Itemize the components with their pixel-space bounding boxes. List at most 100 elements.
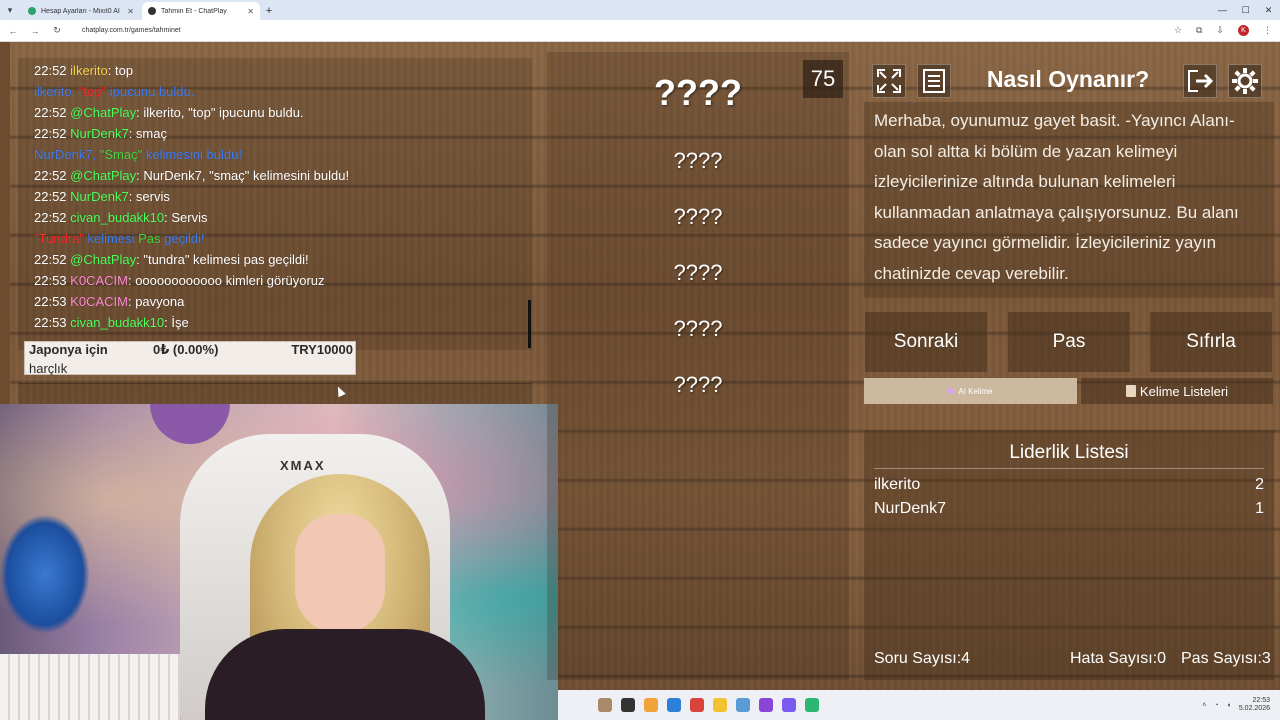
message-time: 22:52 (34, 252, 67, 267)
twitch-icon[interactable] (759, 698, 773, 712)
chat-message: 22:52 @ChatPlay: "tundra" kelimesi pas g… (34, 249, 516, 270)
reload-icon[interactable]: ↻ (52, 25, 62, 36)
download-icon[interactable]: ⇩ (1216, 25, 1224, 36)
tab-word-lists[interactable]: Kelime Listeleri (1081, 378, 1273, 404)
os-taskbar: ˄ ◔ ◖ 22:53 5.02.2026 (558, 690, 1280, 720)
message-username[interactable]: @ChatPlay (70, 252, 136, 267)
system-message-part: Pas (138, 231, 161, 246)
taskbar-app-icon[interactable] (667, 698, 681, 712)
taskbar-app-icon[interactable] (736, 698, 750, 712)
browser-menu-icon[interactable]: ⋮ (1263, 25, 1272, 36)
message-username[interactable]: K0CACIM (70, 273, 128, 288)
message-time: 22:53 (34, 315, 67, 330)
settings-gear-icon[interactable] (1228, 64, 1262, 98)
tab-ai-word[interactable]: AI Kelime (864, 378, 1077, 404)
chat-panel[interactable]: 22:52 ilkerito: top ilkerito, "top" ipucu… (18, 58, 532, 350)
webcam-radiator (0, 654, 180, 720)
player-score: 1 (1255, 500, 1264, 517)
new-tab-button[interactable]: + (260, 2, 278, 20)
address-bar: ← → ↻ chatplay.com.tr/games/tahminet ☆ ⧉… (0, 20, 1280, 42)
forward-arrow-icon[interactable]: → (30, 26, 40, 36)
message-username[interactable]: K0CACIM (70, 294, 128, 309)
donation-amount: 0₺ (0.00%) (153, 342, 219, 357)
discord-icon[interactable] (782, 698, 796, 712)
pass-count: Pas Sayısı:3 (1181, 650, 1271, 667)
tab-search-icon[interactable]: ▾ (0, 0, 20, 20)
pass-button[interactable]: Pas (1008, 312, 1130, 372)
main-word: ???? (654, 72, 742, 113)
chair-logo: XMAX (280, 458, 326, 473)
player-name: NurDenk7 (874, 500, 947, 517)
browser-tab-chatplay[interactable]: Tahmin Et - ChatPlay ✕ (142, 2, 260, 20)
message-text: : smaç (128, 126, 167, 141)
window-controls: — ☐ ✕ (1211, 0, 1280, 20)
how-to-play-text: Merhaba, oyunumuz gayet basit. -Yayıncı … (864, 102, 1274, 298)
browser-tab-settings[interactable]: Hesap Ayarları - Mixıt0 AI Bot ✕ (22, 2, 140, 20)
message-username[interactable]: NurDenk7 (70, 189, 129, 204)
system-message-part: NurDenk7, (34, 147, 100, 162)
tab-close-icon[interactable]: ✕ (127, 7, 134, 16)
message-username[interactable]: civan_budakk10 (70, 210, 164, 225)
logout-icon[interactable] (1183, 64, 1217, 98)
message-username[interactable]: ilkerito (70, 63, 108, 78)
chat-message: 22:53 K0CACIM: pavyona (34, 291, 516, 312)
clock[interactable]: 22:53 5.02.2026 (1239, 697, 1270, 713)
message-username[interactable]: NurDenk7 (70, 126, 129, 141)
clock-date: 5.02.2026 (1238, 705, 1270, 712)
system-tray: ˄ ◔ ◖ 22:53 5.02.2026 (1202, 697, 1280, 713)
document-icon[interactable] (917, 64, 951, 98)
folder-icon[interactable] (713, 698, 727, 712)
message-text: : top (107, 63, 134, 78)
fullscreen-icon[interactable] (872, 64, 906, 98)
bookmark-star-icon[interactable]: ☆ (1174, 25, 1182, 36)
donation-label-line2: harçlık (29, 361, 68, 376)
message-text: : oooooooooooo kimleri görüyoruz (127, 273, 325, 288)
chat-scrollbar[interactable] (528, 300, 531, 348)
hint-word: ???? (673, 372, 723, 397)
profile-avatar[interactable]: K (1238, 25, 1249, 36)
reset-button[interactable]: Sıfırla (1150, 312, 1272, 372)
chat-message: 22:52 NurDenk7: smaç (34, 123, 516, 144)
close-window-icon[interactable]: ✕ (1257, 0, 1280, 20)
network-icon[interactable]: ◔ (1214, 702, 1218, 709)
system-message-part: ilkerito, (34, 84, 79, 99)
tray-chevron-icon[interactable]: ˄ (1202, 702, 1206, 709)
extensions-icon[interactable]: ⧉ (1196, 25, 1202, 36)
chat-message: 22:53 civan_budakk10: İşe (34, 312, 516, 333)
system-message-part: ipucunu buldu. (106, 84, 195, 99)
volume-icon[interactable]: ◖ (1227, 702, 1231, 709)
streamer-face (295, 514, 385, 634)
question-count: Soru Sayısı:4 (874, 650, 971, 667)
taskbar-app-icon[interactable] (598, 698, 612, 712)
taskbar-app-icon[interactable] (621, 698, 635, 712)
chat-input-area[interactable] (18, 383, 532, 405)
hint-word: ???? (673, 260, 723, 285)
chrome-icon[interactable] (690, 698, 704, 712)
minimize-icon[interactable]: — (1211, 0, 1234, 20)
next-button[interactable]: Sonraki (865, 312, 987, 372)
message-username[interactable]: @ChatPlay (70, 105, 136, 120)
message-text: : ilkerito, "top" ipucunu buldu. (136, 105, 304, 120)
site-favicon-icon (28, 7, 36, 15)
taskbar-app-icon[interactable] (644, 698, 658, 712)
system-message-part: kelimesini buldu! (142, 147, 242, 162)
message-username[interactable]: @ChatPlay (70, 168, 136, 183)
system-message-part: "Tundra" (34, 231, 84, 246)
streamer-body (205, 629, 485, 720)
streamer-webcam: XMAX (0, 404, 558, 720)
message-text: : servis (128, 189, 170, 204)
tab-close-icon[interactable]: ✕ (247, 7, 254, 16)
chat-message: 22:52 @ChatPlay: NurDenk7, "smaç" kelime… (34, 165, 516, 186)
url-field[interactable]: chatplay.com.tr/games/tahminet (74, 27, 1162, 34)
chatplay-favicon-icon (148, 7, 156, 15)
message-username[interactable]: civan_budakk10 (70, 315, 164, 330)
browser-tab-bar: ▾ Hesap Ayarları - Mixıt0 AI Bot ✕ Tahmi… (0, 0, 1280, 20)
chat-message: 22:52 civan_budakk10: Servis (34, 207, 516, 228)
message-text: : pavyona (127, 294, 185, 309)
tab-title: Tahmin Et - ChatPlay (161, 7, 227, 15)
back-arrow-icon[interactable]: ← (8, 26, 18, 36)
error-count: Hata Sayısı:0 (1070, 650, 1167, 667)
message-text: : İşe (164, 315, 189, 330)
taskbar-app-icon[interactable] (805, 698, 819, 712)
maximize-icon[interactable]: ☐ (1234, 0, 1257, 20)
